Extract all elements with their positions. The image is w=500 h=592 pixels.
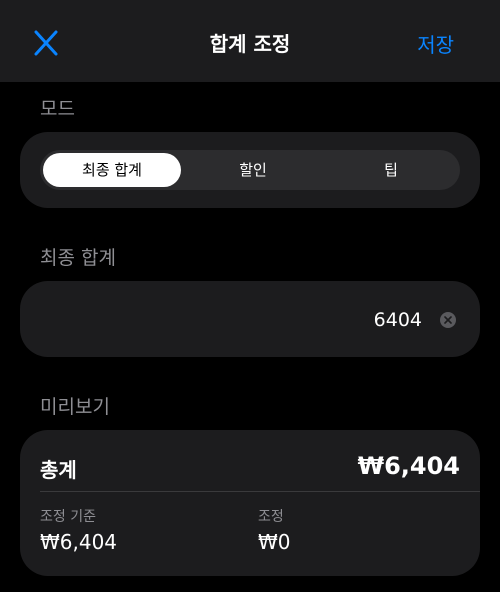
preview-card: 총계 ₩6,404 조정 기준 ₩6,404 조정 ₩0 (20, 430, 480, 576)
clear-icon[interactable] (440, 312, 456, 328)
preview-divider (40, 491, 480, 492)
final-total-section-label: 최종 합계 (40, 247, 116, 269)
base-value: ₩6,404 (40, 530, 118, 554)
segment-tip[interactable]: 팁 (322, 150, 460, 190)
save-button[interactable]: 저장 (417, 29, 454, 58)
total-label: 총계 (40, 458, 77, 482)
adjustment-label: 조정 (258, 509, 284, 525)
total-value: ₩6,404 (357, 452, 460, 480)
mode-segmented-control: 최종 합계 할인 팁 (40, 150, 460, 190)
final-total-input[interactable]: 6404 (374, 309, 422, 331)
base-label: 조정 기준 (40, 509, 96, 525)
navigation-bar: 합계 조정 저장 (0, 0, 500, 82)
adjustment-value: ₩0 (258, 530, 291, 554)
final-total-input-card[interactable]: 6404 (20, 281, 480, 357)
mode-section-label: 모드 (40, 98, 75, 120)
segment-discount[interactable]: 할인 (184, 150, 322, 190)
segment-final-total[interactable]: 최종 합계 (43, 153, 181, 187)
mode-card: 최종 합계 할인 팁 (20, 132, 480, 208)
preview-section-label: 미리보기 (40, 396, 110, 418)
